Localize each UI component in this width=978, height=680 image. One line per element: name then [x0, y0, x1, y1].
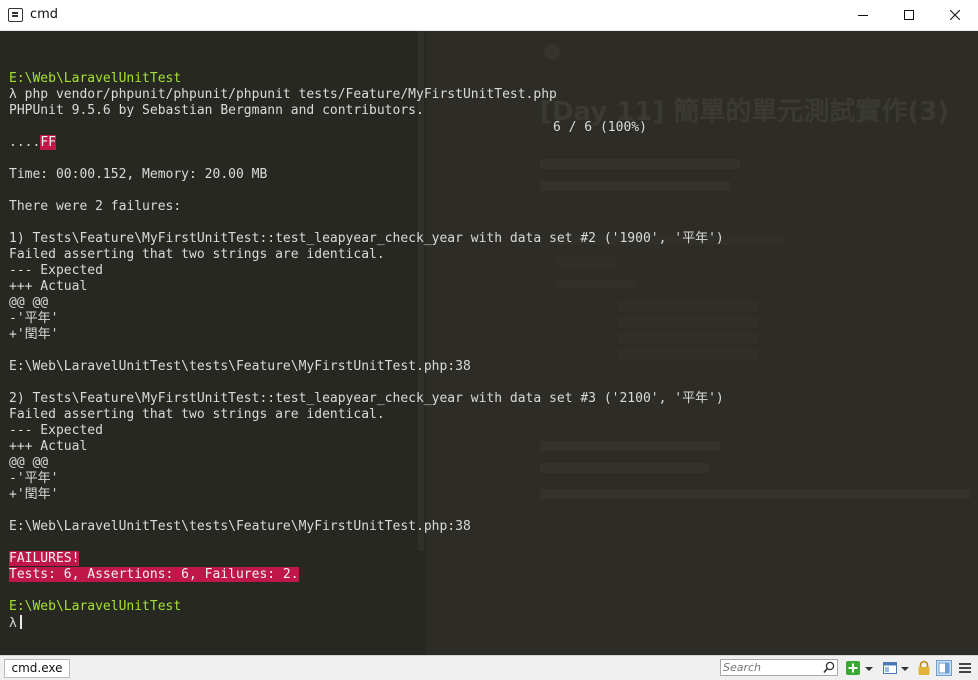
status-bar: cmd.exe [0, 655, 978, 680]
terminal-text: PHPUnit 9.5.6 by Sebastian Bergmann and … [9, 103, 424, 118]
terminal-text: --- Expected [9, 263, 103, 278]
terminal-text: E:\Web\LaravelUnitTest\tests\Feature\MyF… [9, 519, 471, 534]
chevron-down-icon [865, 667, 873, 671]
terminal-text: @@ @@ [9, 295, 49, 310]
terminal-line: ....FF [9, 135, 724, 151]
error-highlight: FF [40, 135, 56, 150]
terminal-text: Failed asserting that two strings are id… [9, 407, 385, 422]
prompt-path: E:\Web\LaravelUnitTest [9, 599, 182, 614]
terminal-line: λ [9, 615, 724, 631]
terminal-line: E:\Web\LaravelUnitTest [9, 71, 724, 87]
terminal-line: PHPUnit 9.5.6 by Sebastian Bergmann and … [9, 103, 724, 119]
new-console-dropdown[interactable] [864, 660, 874, 676]
terminal-line: FAILURES! [9, 551, 724, 567]
close-icon [950, 10, 960, 20]
terminal-text: Failed asserting that two strings are id… [9, 247, 385, 262]
lock-icon [918, 660, 930, 675]
terminal-line: +'閏年' [9, 487, 724, 503]
terminal-text: .... [9, 135, 41, 150]
terminal-line: There were 2 failures: [9, 199, 724, 215]
terminal-text: --- Expected [9, 423, 103, 438]
plus-icon [846, 661, 860, 675]
terminal-output: E:\Web\LaravelUnitTest λ php vendor/phpun… [9, 55, 724, 631]
terminal-text: -'平年' [9, 471, 59, 486]
terminal-text: +'閏年' [9, 487, 59, 502]
title-bar: cmd [0, 0, 978, 31]
terminal-text: +'閏年' [9, 327, 59, 342]
terminal-line: @@ @@ [9, 455, 724, 471]
terminal-text: There were 2 failures: [9, 199, 182, 214]
terminal-line: --- Expected [9, 423, 724, 439]
terminal-line: 2) Tests\Feature\MyFirstUnitTest::test_l… [9, 391, 724, 407]
search-icon[interactable] [823, 661, 835, 674]
terminal-text: E:\Web\LaravelUnitTest\tests\Feature\MyF… [9, 359, 471, 374]
menu-button[interactable] [958, 660, 974, 676]
terminal-text: Time: 00:00.152, Memory: 20.00 MB [9, 167, 268, 182]
terminal-text: λ [9, 616, 17, 631]
split-view-dropdown[interactable] [900, 660, 910, 676]
console-icon [8, 8, 23, 22]
maximize-icon [904, 10, 914, 20]
console-area[interactable]: [Day 11] 簡單的單元測試實作(3) E:\Web\LaravelUnit… [0, 31, 978, 655]
terminal-line: +++ Actual [9, 439, 724, 455]
terminal-line: E:\Web\LaravelUnitTest\tests\Feature\MyF… [9, 519, 724, 535]
error-highlight: FAILURES! [9, 551, 80, 566]
terminal-line: λ php vendor/phpunit/phpunit/phpunit tes… [9, 87, 724, 103]
terminal-text: +++ Actual [9, 439, 88, 454]
terminal-line: E:\Web\LaravelUnitTest\tests\Feature\MyF… [9, 359, 724, 375]
terminal-text: 2) Tests\Feature\MyFirstUnitTest::test_l… [9, 391, 724, 406]
window-title: cmd [30, 7, 59, 22]
terminal-line: Time: 00:00.152, Memory: 20.00 MB [9, 167, 724, 183]
split-view-button[interactable] [882, 660, 898, 676]
terminal-line: --- Expected [9, 263, 724, 279]
minimize-icon [858, 15, 868, 16]
text-cursor [19, 615, 22, 629]
maximize-button[interactable] [886, 0, 932, 30]
terminal-line: @@ @@ [9, 295, 724, 311]
terminal-text: +++ Actual [9, 279, 88, 294]
terminal-text: @@ @@ [9, 455, 49, 470]
search-input[interactable] [723, 660, 821, 675]
lock-button[interactable] [916, 660, 932, 676]
test-progress: 6 / 6 (100%) [553, 120, 647, 135]
new-console-button[interactable] [845, 660, 861, 676]
terminal-text: λ php vendor/phpunit/phpunit/phpunit tes… [9, 87, 557, 102]
tab-cmd[interactable]: cmd.exe [4, 659, 70, 678]
terminal-text: 1) Tests\Feature\MyFirstUnitTest::test_l… [9, 231, 724, 246]
terminal-line: -'平年' [9, 311, 724, 327]
terminal-line: +++ Actual [9, 279, 724, 295]
close-button[interactable] [932, 0, 978, 30]
terminal-line: E:\Web\LaravelUnitTest [9, 599, 724, 615]
panel-toggle-button[interactable] [936, 660, 952, 676]
terminal-line: Failed asserting that two strings are id… [9, 407, 724, 423]
hamburger-menu-icon [959, 663, 971, 673]
terminal-line: Failed asserting that two strings are id… [9, 247, 724, 263]
error-highlight: Tests: 6, Assertions: 6, Failures: 2. [9, 567, 299, 582]
split-view-icon [883, 662, 897, 674]
terminal-line: 1) Tests\Feature\MyFirstUnitTest::test_l… [9, 231, 724, 247]
terminal-text: -'平年' [9, 311, 59, 326]
search-box[interactable] [720, 659, 838, 676]
terminal-line: Tests: 6, Assertions: 6, Failures: 2. [9, 567, 724, 583]
panel-icon [936, 660, 952, 676]
chevron-down-icon [901, 667, 909, 671]
prompt-path: E:\Web\LaravelUnitTest [9, 71, 182, 86]
minimize-button[interactable] [840, 0, 886, 30]
terminal-line: -'平年' [9, 471, 724, 487]
terminal-line: +'閏年' [9, 327, 724, 343]
